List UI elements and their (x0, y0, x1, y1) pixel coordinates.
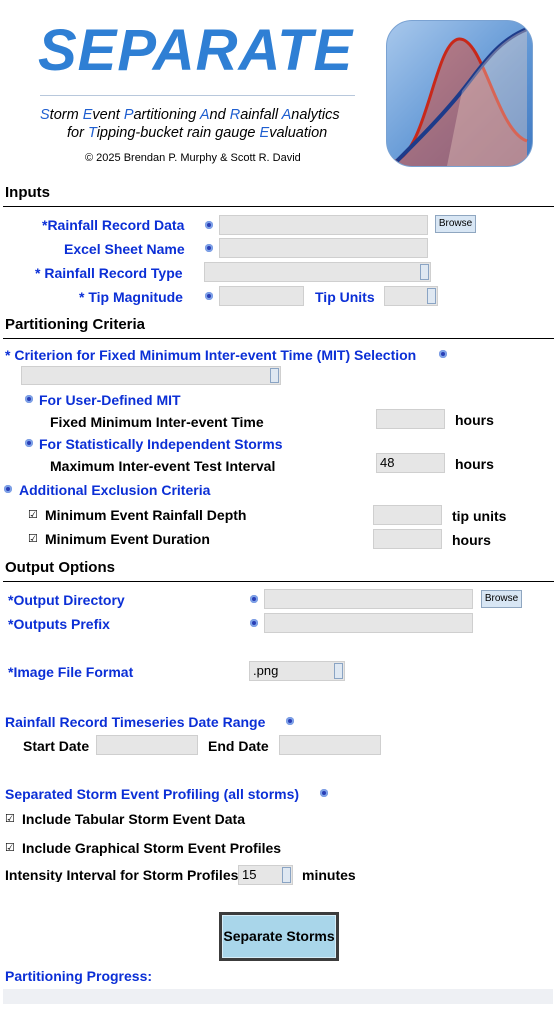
subtitle-initial-letter: T (87, 125, 97, 141)
start-date-input[interactable] (96, 735, 198, 755)
info-icon[interactable] (320, 789, 328, 797)
dropdown-arrow-icon[interactable] (334, 663, 343, 679)
tip-units-label: Tip Units (315, 289, 375, 305)
subtitle-initial-letter: E (259, 125, 270, 141)
min-duration-label: Minimum Event Duration (45, 531, 210, 547)
subtitle-word: vent (92, 107, 124, 123)
partitioning-heading: Partitioning Criteria (5, 316, 146, 333)
subtitle-line-1: Storm Event Partitioning And Rainfall An… (40, 108, 340, 123)
subtitle-word: ainfall (240, 107, 282, 123)
output-options-heading: Output Options (5, 559, 115, 576)
intensity-interval-unit: minutes (302, 867, 356, 883)
fixed-mit-input[interactable] (376, 409, 445, 429)
rainfall-data-browse-button[interactable]: Browse (435, 215, 476, 233)
min-depth-checkbox[interactable]: ☑ (28, 510, 38, 521)
mit-criterion-label: * Criterion for Fixed Minimum Inter-even… (5, 347, 417, 363)
rainfall-record-type-select[interactable] (204, 262, 431, 282)
info-icon[interactable] (250, 619, 258, 627)
intensity-interval-select[interactable]: 15 (238, 865, 293, 885)
output-directory-input[interactable] (264, 589, 473, 609)
subtitle-word: torm (49, 107, 83, 123)
tabular-data-label: Include Tabular Storm Event Data (22, 811, 246, 827)
dropdown-arrow-icon[interactable] (282, 867, 291, 883)
image-file-format-select[interactable]: .png (249, 661, 345, 681)
subtitle-word: artitioning (133, 107, 200, 123)
min-depth-input[interactable] (373, 505, 442, 525)
tabular-data-checkbox[interactable]: ☑ (5, 814, 15, 825)
info-icon[interactable] (439, 350, 447, 358)
end-date-input[interactable] (279, 735, 381, 755)
min-depth-label: Minimum Event Rainfall Depth (45, 507, 247, 523)
title-divider (40, 95, 355, 96)
max-test-interval-label: Maximum Inter-event Test Interval (50, 458, 276, 474)
subtitle-initial-letter: R (229, 107, 241, 123)
start-date-label: Start Date (23, 738, 90, 754)
additional-exclusion-label: Additional Exclusion Criteria (19, 482, 211, 498)
subtitle-word: nd (209, 107, 230, 123)
outputs-prefix-label: *Outputs Prefix (8, 616, 110, 632)
graphical-profiles-label: Include Graphical Storm Event Profiles (22, 840, 282, 856)
tip-units-select[interactable] (384, 286, 438, 306)
max-test-interval-unit: hours (455, 456, 494, 472)
storm-profiling-label: Separated Storm Event Profiling (all sto… (5, 786, 300, 802)
date-range-label: Rainfall Record Timeseries Date Range (5, 714, 266, 730)
info-icon[interactable] (286, 717, 294, 725)
partitioning-progress-label: Partitioning Progress: (5, 968, 153, 984)
output-directory-browse-button[interactable]: Browse (481, 590, 522, 608)
subtitle-word: ipping-bucket rain gauge (96, 125, 260, 141)
fixed-mit-label: Fixed Minimum Inter-event Time (50, 414, 264, 430)
info-icon[interactable] (250, 595, 258, 603)
subtitle-word: for (67, 125, 88, 141)
inputs-heading: Inputs (5, 184, 50, 201)
fixed-mit-unit: hours (455, 412, 494, 428)
copyright-text: © 2025 Brendan P. Murphy & Scott R. Davi… (85, 152, 301, 164)
stat-independent-storms-label: For Statistically Independent Storms (39, 436, 283, 452)
subtitle-word: nalytics (291, 107, 340, 123)
info-icon[interactable] (25, 439, 33, 447)
graphical-profiles-checkbox[interactable]: ☑ (5, 843, 15, 854)
rainfall-record-data-label: *Rainfall Record Data (42, 217, 185, 233)
bell-curve-app-icon (386, 20, 533, 167)
min-duration-unit: hours (452, 532, 491, 548)
partitioning-divider (3, 338, 554, 339)
info-icon[interactable] (205, 221, 213, 229)
end-date-label: End Date (208, 738, 269, 754)
info-icon[interactable] (205, 244, 213, 252)
dropdown-arrow-icon[interactable] (427, 288, 436, 304)
intensity-interval-value: 15 (242, 867, 257, 882)
subtitle-initial-letter: S (40, 107, 50, 123)
min-depth-unit: tip units (452, 508, 507, 524)
outputs-prefix-input[interactable] (264, 613, 473, 633)
subtitle-initial-letter: E (82, 107, 93, 123)
inputs-divider (3, 206, 554, 207)
excel-sheet-name-label: Excel Sheet Name (64, 241, 185, 257)
output-options-divider (3, 581, 554, 582)
min-duration-input[interactable] (373, 529, 442, 549)
dropdown-arrow-icon[interactable] (270, 368, 279, 383)
dropdown-arrow-icon[interactable] (420, 264, 429, 280)
excel-sheet-name-input[interactable] (219, 238, 428, 258)
subtitle-line-2: for Tipping-bucket rain gauge Evaluation (67, 126, 327, 141)
app-title-logo: SEPARATE (38, 18, 354, 83)
max-test-interval-input[interactable]: 48 (376, 453, 445, 473)
tip-magnitude-label: * Tip Magnitude (79, 289, 183, 305)
image-file-format-label: *Image File Format (8, 664, 134, 680)
partitioning-progress-bar (3, 989, 553, 1004)
user-defined-mit-label: For User-Defined MIT (39, 392, 181, 408)
info-icon[interactable] (205, 292, 213, 300)
tip-magnitude-input[interactable] (219, 286, 304, 306)
info-icon[interactable] (4, 485, 12, 493)
output-directory-label: *Output Directory (8, 592, 125, 608)
subtitle-initial-letter: A (281, 107, 292, 123)
min-duration-checkbox[interactable]: ☑ (28, 534, 38, 545)
separate-storms-button[interactable]: Separate Storms (219, 912, 339, 961)
image-file-format-value: .png (253, 663, 279, 678)
mit-criterion-select[interactable] (21, 366, 281, 385)
subtitle-initial-letter: A (199, 107, 210, 123)
rainfall-record-data-input[interactable] (219, 215, 428, 235)
subtitle-word: valuation (269, 125, 328, 141)
intensity-interval-label: Intensity Interval for Storm Profiles (5, 868, 238, 882)
info-icon[interactable] (25, 395, 33, 403)
rainfall-record-type-label: * Rainfall Record Type (35, 265, 183, 281)
